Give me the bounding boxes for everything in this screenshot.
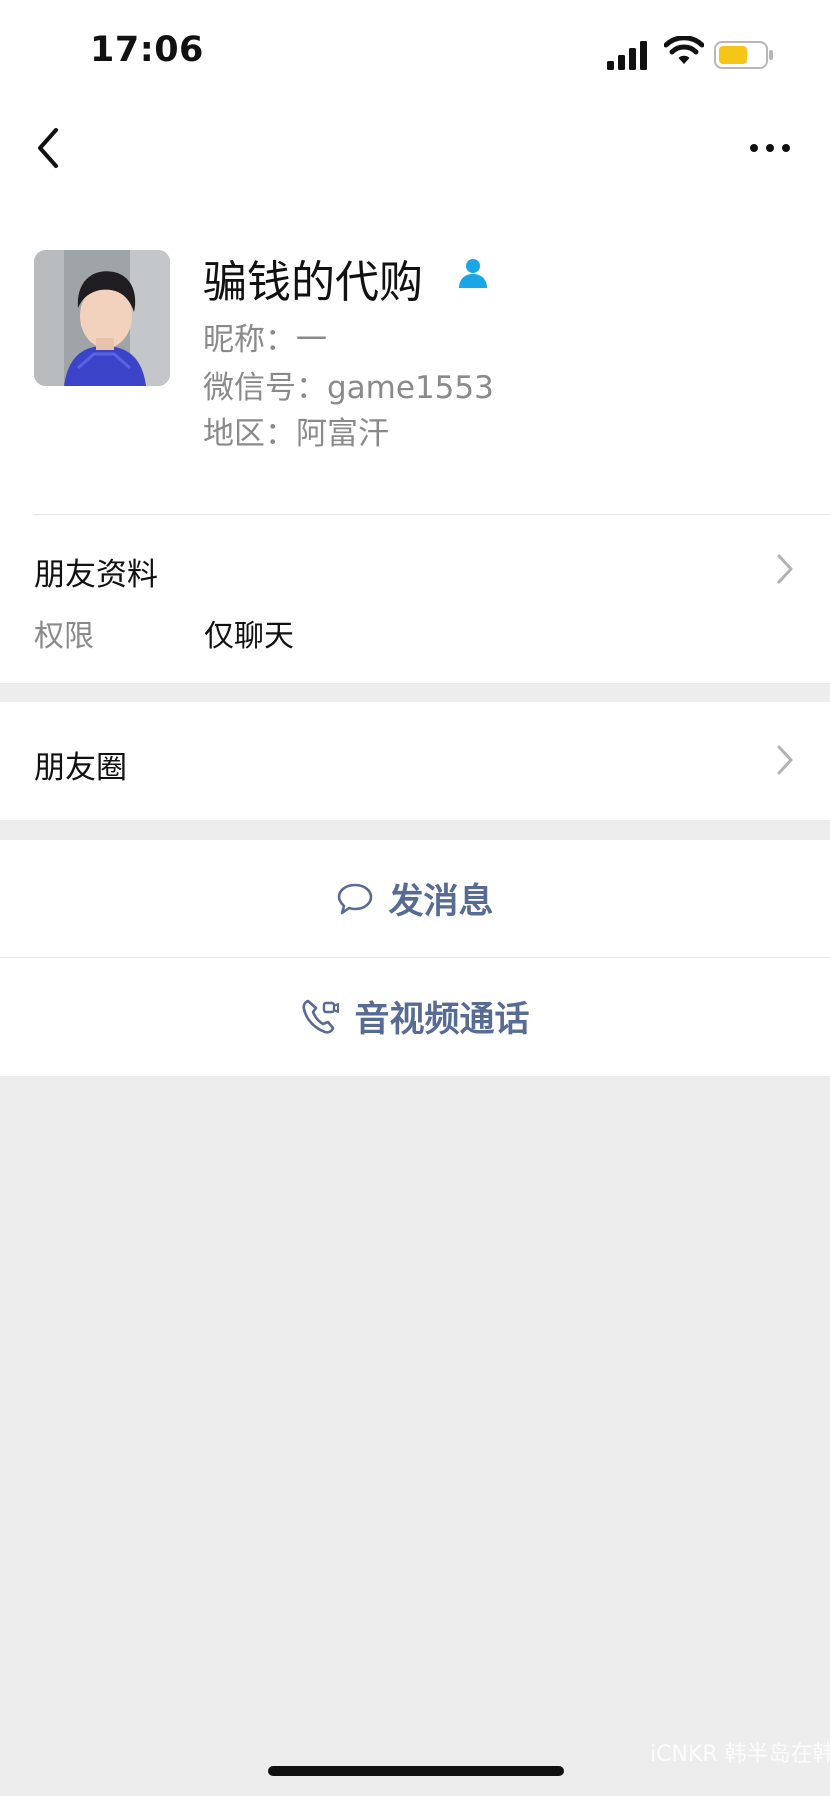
region-line: 地区：阿富汗 xyxy=(203,416,389,452)
profile-header: 17:06 骗钱的代购 昵称：一 微信号：game1553 地区：阿富汗 xyxy=(0,0,830,515)
watermark: iCNKR 韩半岛在韩国 xyxy=(650,1742,830,1767)
battery-icon xyxy=(714,41,773,69)
chevron-right-icon xyxy=(777,554,793,584)
send-message-label: 发消息 xyxy=(388,882,494,922)
contact-profile-screen: 17:06 骗钱的代购 昵称：一 微信号：game1553 地区：阿富汗 朋友资… xyxy=(0,0,830,1796)
avatar[interactable] xyxy=(34,250,170,386)
moments-title: 朋友圈 xyxy=(34,750,127,786)
chat-bubble-icon xyxy=(338,883,373,914)
status-bar: 17:06 xyxy=(0,0,830,100)
friend-info-section[interactable]: 朋友资料 权限 仅聊天 xyxy=(0,515,830,683)
send-message-button[interactable]: 发消息 xyxy=(0,840,830,957)
nickname-line: 昵称：一 xyxy=(203,322,327,358)
home-indicator[interactable] xyxy=(268,1766,564,1776)
wechat-id-line: 微信号：game1553 xyxy=(203,370,494,406)
back-icon[interactable] xyxy=(30,124,66,172)
chevron-right-icon xyxy=(777,745,793,775)
phone-video-icon xyxy=(302,999,340,1034)
status-time: 17:06 xyxy=(90,30,204,70)
signal-icon xyxy=(607,41,647,70)
permission-label: 权限 xyxy=(34,619,94,654)
permission-value: 仅聊天 xyxy=(204,619,294,654)
wifi-icon xyxy=(664,36,704,64)
actions-section: 发消息 音视频通话 xyxy=(0,840,830,1076)
friend-info-title: 朋友资料 xyxy=(34,557,158,593)
moments-row[interactable]: 朋友圈 xyxy=(0,702,830,820)
person-icon xyxy=(459,259,487,288)
video-call-button[interactable]: 音视频通话 xyxy=(0,958,830,1075)
video-call-label: 音视频通话 xyxy=(354,1000,530,1040)
contact-name: 骗钱的代购 xyxy=(203,257,423,308)
more-options-icon[interactable] xyxy=(746,128,794,168)
